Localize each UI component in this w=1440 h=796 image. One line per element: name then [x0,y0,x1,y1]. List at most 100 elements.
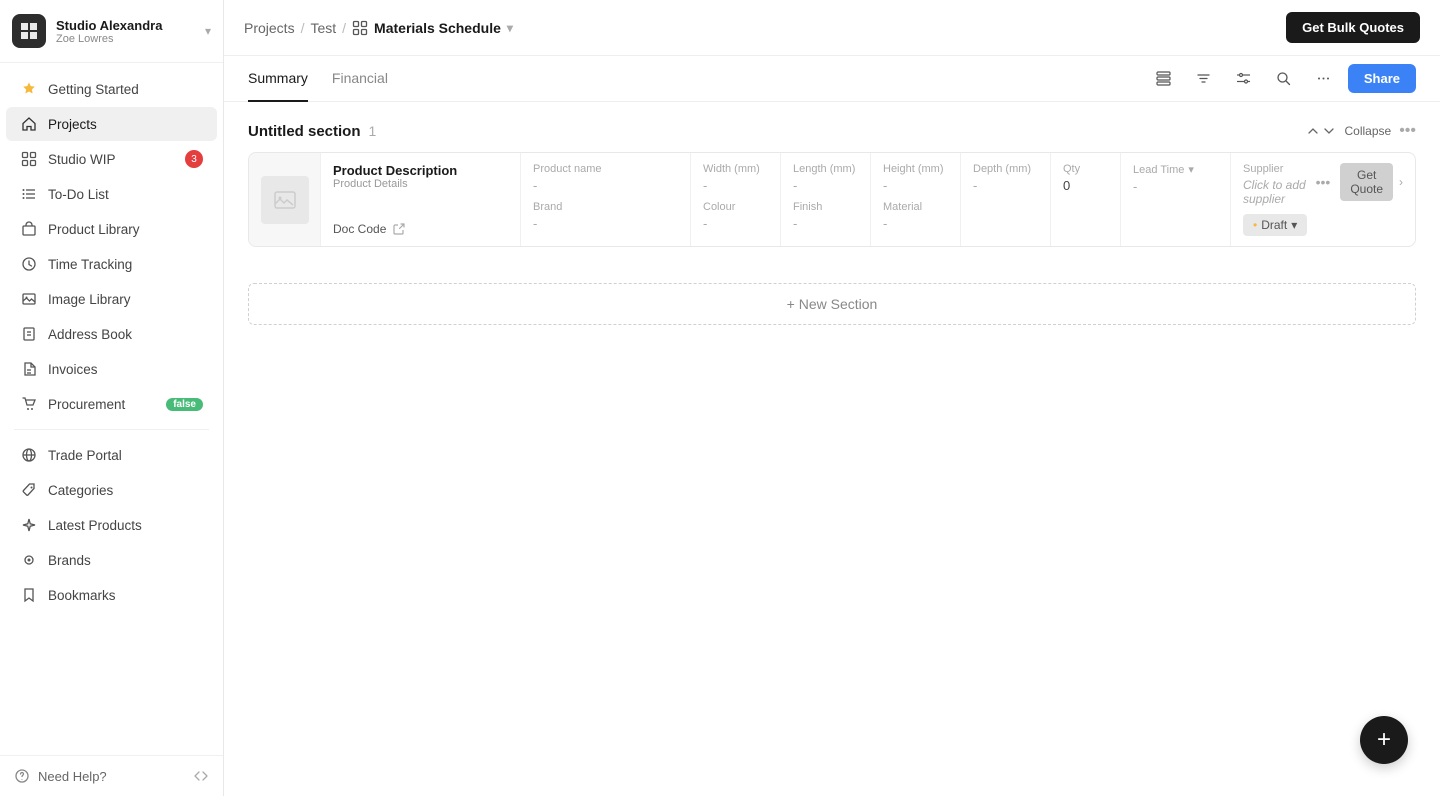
sidebar-label-invoices: Invoices [48,362,98,377]
qty-value[interactable]: 0 [1063,178,1108,193]
studio-wip-badge: 3 [185,150,203,168]
section-collapse-button[interactable]: Collapse [1344,124,1391,138]
sidebar-label-projects: Projects [48,117,97,132]
breadcrumb-sep-1: / [301,20,305,36]
section-expand-collapse-icons[interactable] [1306,124,1336,138]
box-icon [20,220,38,238]
sidebar-item-categories[interactable]: Categories [6,473,217,507]
studio-info: Studio Alexandra Zoe Lowres [56,18,195,45]
studio-header[interactable]: Studio Alexandra Zoe Lowres ▾ [0,0,223,63]
content-area: Summary Financial Share [224,56,1440,796]
lead-time-sort-icon[interactable]: ▾ [1188,163,1194,176]
get-bulk-quotes-button[interactable]: Get Bulk Quotes [1286,12,1420,43]
product-image-placeholder [261,176,309,224]
tab-actions: Share [1148,63,1416,95]
sidebar-item-image-library[interactable]: Image Library [6,282,217,316]
row-more-button[interactable]: ••• [1316,174,1331,190]
finish-value[interactable]: - [793,216,858,231]
sidebar-item-procurement[interactable]: Procurement false [6,387,217,421]
fab-button[interactable]: + [1360,716,1408,764]
sidebar-collapse-button[interactable] [193,768,209,784]
sort-button[interactable] [1188,63,1220,95]
depth-label: Depth (mm) [973,163,1038,175]
tag-icon [20,481,38,499]
material-value[interactable]: - [883,216,948,231]
cell-height: Height (mm) - Material - [871,153,961,246]
sidebar-label-image-library: Image Library [48,292,131,307]
table-view-button[interactable] [1148,63,1180,95]
sidebar-item-trade-portal[interactable]: Trade Portal [6,438,217,472]
qty-label: Qty [1063,163,1108,175]
tabs-bar: Summary Financial Share [224,56,1440,102]
studio-user: Zoe Lowres [56,33,195,45]
new-section-button[interactable]: + New Section [248,283,1416,325]
search-button[interactable] [1268,63,1300,95]
product-description-text: Product Description [333,163,508,178]
get-quote-button[interactable]: Get Quote [1340,163,1393,201]
sidebar-nav: Getting Started Projects Studio WIP 3 To… [0,63,223,755]
depth-value[interactable]: - [973,178,1038,193]
globe-icon [20,446,38,464]
collapse-icon [193,768,209,784]
sidebar-item-product-library[interactable]: Product Library [6,212,217,246]
more-options-button[interactable] [1308,63,1340,95]
length-value[interactable]: - [793,178,858,193]
breadcrumb-chevron-icon[interactable]: ▾ [507,21,513,35]
product-bottom-row: Doc Code [333,222,508,236]
breadcrumb-test[interactable]: Test [310,20,336,36]
sidebar-item-address-book[interactable]: Address Book [6,317,217,351]
need-help-button[interactable]: Need Help? [14,768,107,784]
sidebar-label-latest-products: Latest Products [48,518,142,533]
sidebar-item-invoices[interactable]: Invoices [6,352,217,386]
height-value[interactable]: - [883,178,948,193]
sidebar-item-brands[interactable]: Brands [6,543,217,577]
cell-qty: Qty 0 [1051,153,1121,246]
sidebar-label-address-book: Address Book [48,327,132,342]
sidebar-item-projects[interactable]: Projects [6,107,217,141]
cell-length: Length (mm) - Finish - [781,153,871,246]
brand-icon [20,551,38,569]
finish-label: Finish [793,201,858,213]
lead-time-value[interactable]: - [1133,179,1218,194]
chevron-down-icon [1322,124,1336,138]
share-button[interactable]: Share [1348,64,1416,93]
breadcrumb-projects[interactable]: Projects [244,20,295,36]
width-value[interactable]: - [703,178,768,193]
sidebar-item-studio-wip[interactable]: Studio WIP 3 [6,142,217,176]
section-title: Untitled section [248,123,361,140]
breadcrumb-materials-schedule: Materials Schedule [374,20,501,36]
sidebar-item-todo[interactable]: To-Do List [6,177,217,211]
studio-chevron-icon: ▾ [205,24,211,38]
cell-image[interactable] [249,153,321,246]
brand-label: Brand [533,201,678,213]
product-name-value[interactable]: - [533,178,678,193]
material-label: Material [883,201,948,213]
supplier-actions: ••• Get Quote › [1316,163,1403,201]
colour-value[interactable]: - [703,216,768,231]
draft-button[interactable]: • Draft ▾ [1243,214,1307,236]
link-icon[interactable] [392,222,406,236]
row-expand-button[interactable]: › [1399,175,1403,189]
chevron-up-icon [1306,124,1320,138]
help-label: Need Help? [38,769,107,784]
sidebar-label-categories: Categories [48,483,113,498]
section-more-button[interactable]: ••• [1399,122,1416,140]
sidebar-footer: Need Help? [0,755,223,796]
sidebar-item-getting-started[interactable]: Getting Started [6,72,217,106]
tab-summary[interactable]: Summary [248,56,308,102]
brand-value[interactable]: - [533,216,678,231]
file-icon [20,360,38,378]
studio-name: Studio Alexandra [56,18,195,33]
supplier-label: Supplier [1243,163,1316,175]
section-header: Untitled section 1 Collapse ••• [248,122,1416,140]
supplier-placeholder[interactable]: Click to add supplier [1243,178,1316,206]
sidebar-label-product-library: Product Library [48,222,140,237]
filter-button[interactable] [1228,63,1260,95]
sidebar-item-latest-products[interactable]: Latest Products [6,508,217,542]
sidebar-item-bookmarks[interactable]: Bookmarks [6,578,217,612]
breadcrumb-current: Materials Schedule ▾ [352,20,513,36]
cell-product-name: Product name - Brand - [521,153,691,246]
tab-financial[interactable]: Financial [332,56,388,102]
sidebar-item-time-tracking[interactable]: Time Tracking [6,247,217,281]
height-label: Height (mm) [883,163,948,175]
